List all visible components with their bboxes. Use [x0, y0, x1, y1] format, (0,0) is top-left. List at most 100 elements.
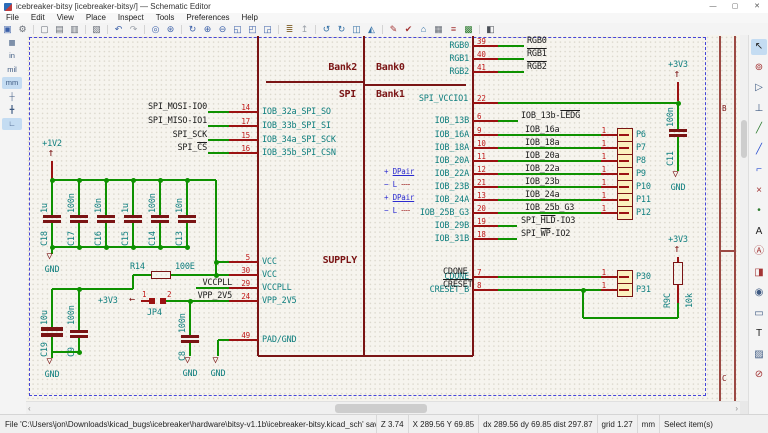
- wire[interactable]: [677, 103, 679, 129]
- net-label[interactable]: IOB_13b-LEDG: [521, 111, 580, 121]
- connector-ref-P11[interactable]: P11: [636, 195, 651, 205]
- gnd-c8-icon[interactable]: ▽: [185, 356, 191, 366]
- wire[interactable]: [677, 137, 679, 171]
- connector-pin-number[interactable]: 1: [588, 152, 606, 162]
- resistor-ref-R9C[interactable]: R9C: [663, 293, 673, 308]
- pin-name[interactable]: IOB_35b_SPI_CSN: [262, 148, 336, 158]
- net-label[interactable]: IOB_18a: [525, 138, 559, 148]
- wire[interactable]: [583, 317, 678, 319]
- wire[interactable]: [52, 351, 79, 353]
- connector-ref-P12[interactable]: P12: [636, 208, 651, 218]
- net-label[interactable]: VPP_2V5: [120, 291, 232, 301]
- wire[interactable]: [498, 71, 524, 73]
- net-label[interactable]: SPI_HLD-IO3: [521, 216, 575, 226]
- connector-pin-number[interactable]: 1: [588, 204, 606, 214]
- paste-button[interactable]: ▧: [90, 24, 104, 35]
- net-label[interactable]: IOB_16a: [525, 125, 559, 135]
- bus-entry-tool-button[interactable]: ⌐: [751, 162, 767, 178]
- resistor-value-R14[interactable]: 100E: [175, 262, 195, 272]
- fpga-header-bank2[interactable]: Bank2: [297, 63, 357, 73]
- capacitor-value-C14[interactable]: 100n: [148, 193, 158, 213]
- units-mils-button[interactable]: mil: [2, 64, 22, 76]
- pin-number[interactable]: 21: [477, 178, 486, 188]
- schematic-canvas[interactable]: BCBank2Bank0SPIBank1SUPPLYSPI_MOSI-IO014…: [26, 35, 740, 401]
- wire[interactable]: [52, 288, 133, 290]
- units-mm-button[interactable]: mm: [2, 77, 22, 89]
- jumper-JP4-pad2[interactable]: [160, 298, 166, 304]
- capacitor-ref-C13[interactable]: C13: [175, 231, 185, 246]
- pin-number[interactable]: 9: [477, 126, 481, 136]
- fpga-body[interactable]: [472, 36, 474, 356]
- capacitor-C11-plates[interactable]: [669, 129, 687, 132]
- pin-number[interactable]: 49: [210, 331, 250, 341]
- wire[interactable]: [51, 223, 53, 247]
- net-label[interactable]: IOB_24a: [525, 190, 559, 200]
- pin-name[interactable]: VCCPLL: [262, 283, 292, 293]
- pin-number[interactable]: 17: [210, 117, 250, 127]
- menu-edit[interactable]: Edit: [25, 13, 51, 23]
- pcb-editor-button[interactable]: ▩: [462, 24, 476, 35]
- capacitor-value-C8[interactable]: 100n: [178, 313, 188, 333]
- assign-footprints-button[interactable]: ⌂: [417, 24, 431, 35]
- power-lead[interactable]: [677, 84, 679, 101]
- capacitor-value-C9[interactable]: 100n: [67, 305, 77, 325]
- net-label[interactable]: IOB_25b_G3: [525, 203, 574, 213]
- pin-number[interactable]: 39: [477, 37, 486, 47]
- capacitor-C15-plates[interactable]: [124, 215, 142, 218]
- gnd-decoupling-label[interactable]: GND: [36, 265, 68, 275]
- delete-tool-button[interactable]: ⊘: [751, 367, 767, 383]
- horizontal-scrollbar[interactable]: ‹ ›: [26, 401, 740, 415]
- highlight-net-tool-button[interactable]: ⊚: [751, 60, 767, 76]
- connector-ref-P9[interactable]: P9: [636, 169, 646, 179]
- net-label[interactable]: VCCPLL: [120, 278, 232, 288]
- wire[interactable]: [132, 223, 134, 247]
- net-label[interactable]: SPI_WP-IO2: [521, 229, 570, 239]
- sheet-frame[interactable]: [734, 36, 736, 401]
- power-3v3-c11-arrow-icon[interactable]: ↑: [674, 69, 680, 79]
- connector-pin[interactable]: [619, 147, 629, 149]
- pin-name[interactable]: IOB_31B: [380, 234, 469, 244]
- wire[interactable]: [105, 180, 107, 215]
- draw-wire-tool-button[interactable]: ╱: [751, 121, 767, 137]
- wire[interactable]: [52, 246, 187, 248]
- resistor-R14[interactable]: [151, 271, 171, 279]
- jumper-pin-number[interactable]: 2: [167, 290, 171, 300]
- capacitor-value-C13[interactable]: 10n: [175, 198, 185, 213]
- pin-number[interactable]: 20: [477, 204, 486, 214]
- connector-ref-P31[interactable]: P31: [636, 285, 651, 295]
- place-symbol-tool-button[interactable]: ▷: [751, 80, 767, 96]
- fpga-header-supply[interactable]: SUPPLY: [297, 256, 357, 266]
- net-label[interactable]: IOB_23b: [525, 177, 559, 187]
- connector-ref-P6[interactable]: P6: [636, 130, 646, 140]
- gnd-c11-label[interactable]: GND: [662, 183, 694, 193]
- capacitor-ref-C17[interactable]: C17: [67, 231, 77, 246]
- sheet-frame[interactable]: [719, 36, 721, 401]
- wire[interactable]: [498, 58, 524, 60]
- wire[interactable]: [498, 45, 524, 47]
- draw-bus-tool-button[interactable]: ╱: [751, 142, 767, 158]
- pin-name[interactable]: VCC: [262, 257, 277, 267]
- pin-number[interactable]: 15: [210, 131, 250, 141]
- gnd-pll-label[interactable]: GND: [36, 370, 68, 380]
- wire[interactable]: [498, 238, 517, 240]
- junction-dot[interactable]: [50, 178, 55, 183]
- new-sheet-button[interactable]: ▢: [38, 24, 52, 35]
- capacitor-ref-C14[interactable]: C14: [148, 231, 158, 246]
- junction-dot[interactable]: [214, 273, 219, 278]
- wire[interactable]: [105, 223, 107, 247]
- capacitor-C18-plates[interactable]: [43, 215, 61, 218]
- find-button[interactable]: ◎: [149, 24, 163, 35]
- pin-name[interactable]: IOB_32a_SPI_SO: [262, 107, 331, 117]
- pin-name[interactable]: VPP_2V5: [262, 296, 296, 306]
- rotate-ccw-button[interactable]: ↺: [320, 24, 334, 35]
- wire[interactable]: [186, 223, 188, 247]
- zoom-out-button[interactable]: ⊖: [216, 24, 230, 35]
- fpga-unit-divider[interactable]: [364, 84, 466, 86]
- capacitor-C8-plates[interactable]: [181, 335, 199, 338]
- jumper-JP4-pad1[interactable]: [149, 298, 155, 304]
- pin-number[interactable]: 8: [477, 281, 481, 291]
- erc-button[interactable]: ✔: [402, 24, 416, 35]
- hierarchical-sheet-tool-button[interactable]: ▭: [751, 306, 767, 322]
- connector-pin-number[interactable]: 1: [588, 165, 606, 175]
- capacitor-value-C18[interactable]: 1u: [40, 203, 50, 213]
